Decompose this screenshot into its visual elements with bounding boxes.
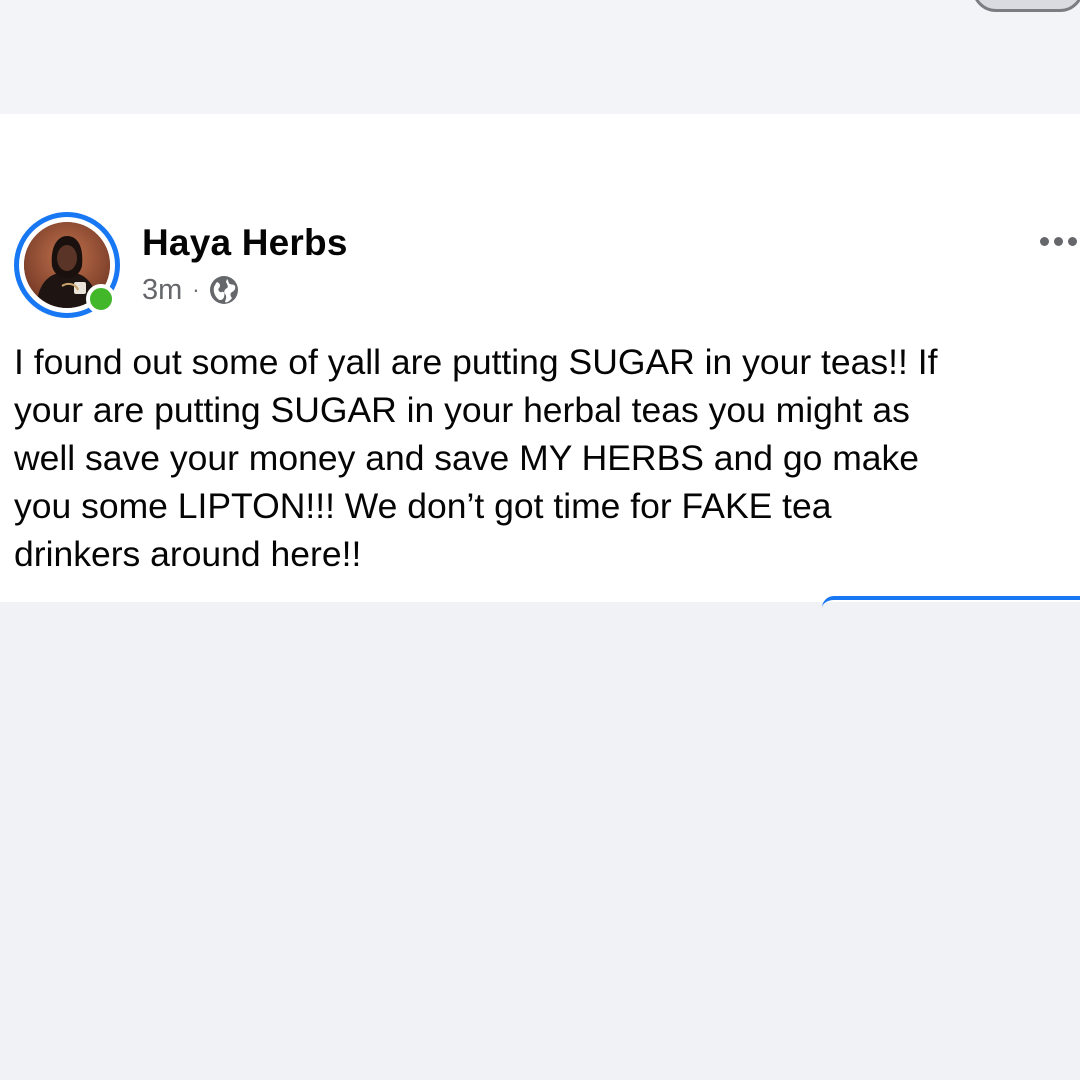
online-status-dot [86,284,116,314]
author-name[interactable]: Haya Herbs [142,220,348,266]
top-strip [0,0,1080,114]
post-meta: 3m · [142,269,240,311]
more-dot-icon [1054,236,1063,246]
post-text: I found out some of yall are putting SUG… [14,342,938,574]
partial-blue-element[interactable] [822,596,1080,608]
post-timestamp[interactable]: 3m [142,274,182,307]
globe-icon[interactable] [208,274,240,306]
more-dot-icon [1068,236,1077,246]
meta-separator: · [192,277,200,302]
top-control-pill[interactable] [972,0,1080,12]
more-options-button[interactable] [1040,231,1080,251]
post-card: Haya Herbs 3m · I found out some of yall… [0,114,1080,602]
more-dot-icon [1040,236,1049,246]
